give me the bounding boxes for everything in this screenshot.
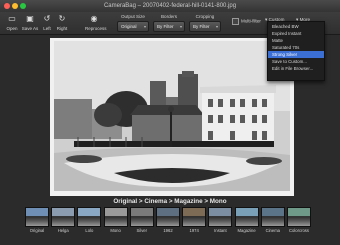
photo-image [54, 41, 290, 191]
filter-thumb-label: Magazine [237, 228, 256, 233]
window-title: CameraBag – 20070402-federal-hill-0141-8… [103, 3, 237, 9]
save-icon: ▣ [26, 14, 34, 23]
open-button[interactable]: ▭ Open [3, 13, 21, 32]
filter-thumb-image [129, 207, 154, 227]
close-window-button[interactable] [4, 3, 10, 9]
filter-thumb-image [103, 207, 128, 227]
borders-select[interactable]: By Filter ▾ [153, 21, 185, 32]
folder-icon: ▭ [8, 14, 16, 23]
cropping-group: Cropping By Filter ▾ [189, 13, 221, 32]
filter-thumb-label: Instant [214, 228, 227, 233]
checkbox-icon [232, 18, 239, 25]
filter-thumb-image [51, 207, 76, 227]
filter-thumb-image [260, 207, 285, 227]
filter-thumb-lolo[interactable]: Lolo [77, 207, 102, 235]
photo-preview[interactable] [54, 41, 290, 191]
reprocess-button[interactable]: ◉ Reprocess [85, 13, 107, 32]
filter-thumb-mono[interactable]: Mono [103, 207, 128, 235]
filter-thumb-instant[interactable]: Instant [208, 207, 233, 235]
filter-thumb-1974[interactable]: 1974 [182, 207, 207, 235]
filter-thumb-helga[interactable]: Helga [51, 207, 76, 235]
filter-thumb-cinema[interactable]: Cinema [260, 207, 285, 235]
menu-item-edit-in-file-browser[interactable]: Edit in File Browser... [268, 65, 324, 72]
filter-thumb-label: Helga [57, 228, 69, 233]
filter-thumb-label: Original [29, 228, 45, 233]
filter-chain-caption: Original > Cinema > Magazine > Mono [113, 198, 227, 205]
menu-item-strong-silver[interactable]: Strong Silver [268, 51, 324, 58]
output-size-group: Output Size Original ▾ [117, 13, 149, 32]
filter-thumb-label: Lolo [85, 228, 94, 233]
rotate-right-button[interactable]: ↻ Right [53, 13, 71, 32]
chevron-down-icon: ▾ [179, 24, 182, 29]
borders-group: Borders By Filter ▾ [153, 13, 185, 32]
filter-thumb-label: Silver [136, 228, 148, 233]
filter-thumb-magazine[interactable]: Magazine [234, 207, 259, 235]
cropping-select[interactable]: By Filter ▾ [189, 21, 221, 32]
filter-thumb-label: Cinema [265, 228, 281, 233]
filter-thumb-image [182, 207, 207, 227]
filter-thumb-1962[interactable]: 1962 [156, 207, 180, 235]
menu-item-matte[interactable]: Matte [268, 37, 324, 44]
output-size-select[interactable]: Original ▾ [117, 21, 149, 32]
filter-thumb-label: Colorcross [288, 228, 309, 233]
menu-item-expired-instant[interactable]: Expired Instant [268, 30, 324, 37]
filter-thumb-image [208, 207, 233, 227]
menu-item-save-to-custom[interactable]: Save to Custom... [268, 58, 324, 65]
menu-item-bleached-bw[interactable]: Bleached BW [268, 23, 324, 30]
zoom-window-button[interactable] [20, 3, 26, 9]
rotate-right-icon: ↻ [58, 14, 66, 23]
save-as-button[interactable]: ▣ Save As [21, 13, 39, 32]
menu-item-saturated-70s[interactable]: Saturated 70s [268, 44, 324, 51]
filter-thumb-image [25, 207, 49, 227]
filter-filmstrip: Original Helga Lolo Mono Silver 1962 1974 Insta… [25, 207, 315, 243]
filter-thumb-label: 1974 [189, 228, 199, 233]
filter-thumb-silver[interactable]: Silver [129, 207, 154, 235]
chevron-down-icon: ▾ [143, 24, 146, 29]
custom-filter-menu: Bleached BW Expired Instant Matte Satura… [267, 21, 325, 81]
filter-thumb-image [287, 207, 311, 227]
multi-filter-checkbox[interactable]: Multi-filter [232, 18, 261, 25]
filter-thumb-original[interactable]: Original [25, 207, 49, 235]
image-viewer [50, 38, 294, 196]
filter-thumb-image [77, 207, 102, 227]
filter-thumb-image [234, 207, 259, 227]
filter-thumb-image [156, 207, 180, 227]
minimize-window-button[interactable] [12, 3, 18, 9]
chevron-down-icon: ▾ [215, 24, 218, 29]
filter-thumb-label: Mono [110, 228, 121, 233]
eye-icon: ◉ [90, 14, 98, 23]
filter-thumb-colorcross[interactable]: Colorcross [287, 207, 311, 235]
filter-thumb-label: 1962 [163, 228, 173, 233]
